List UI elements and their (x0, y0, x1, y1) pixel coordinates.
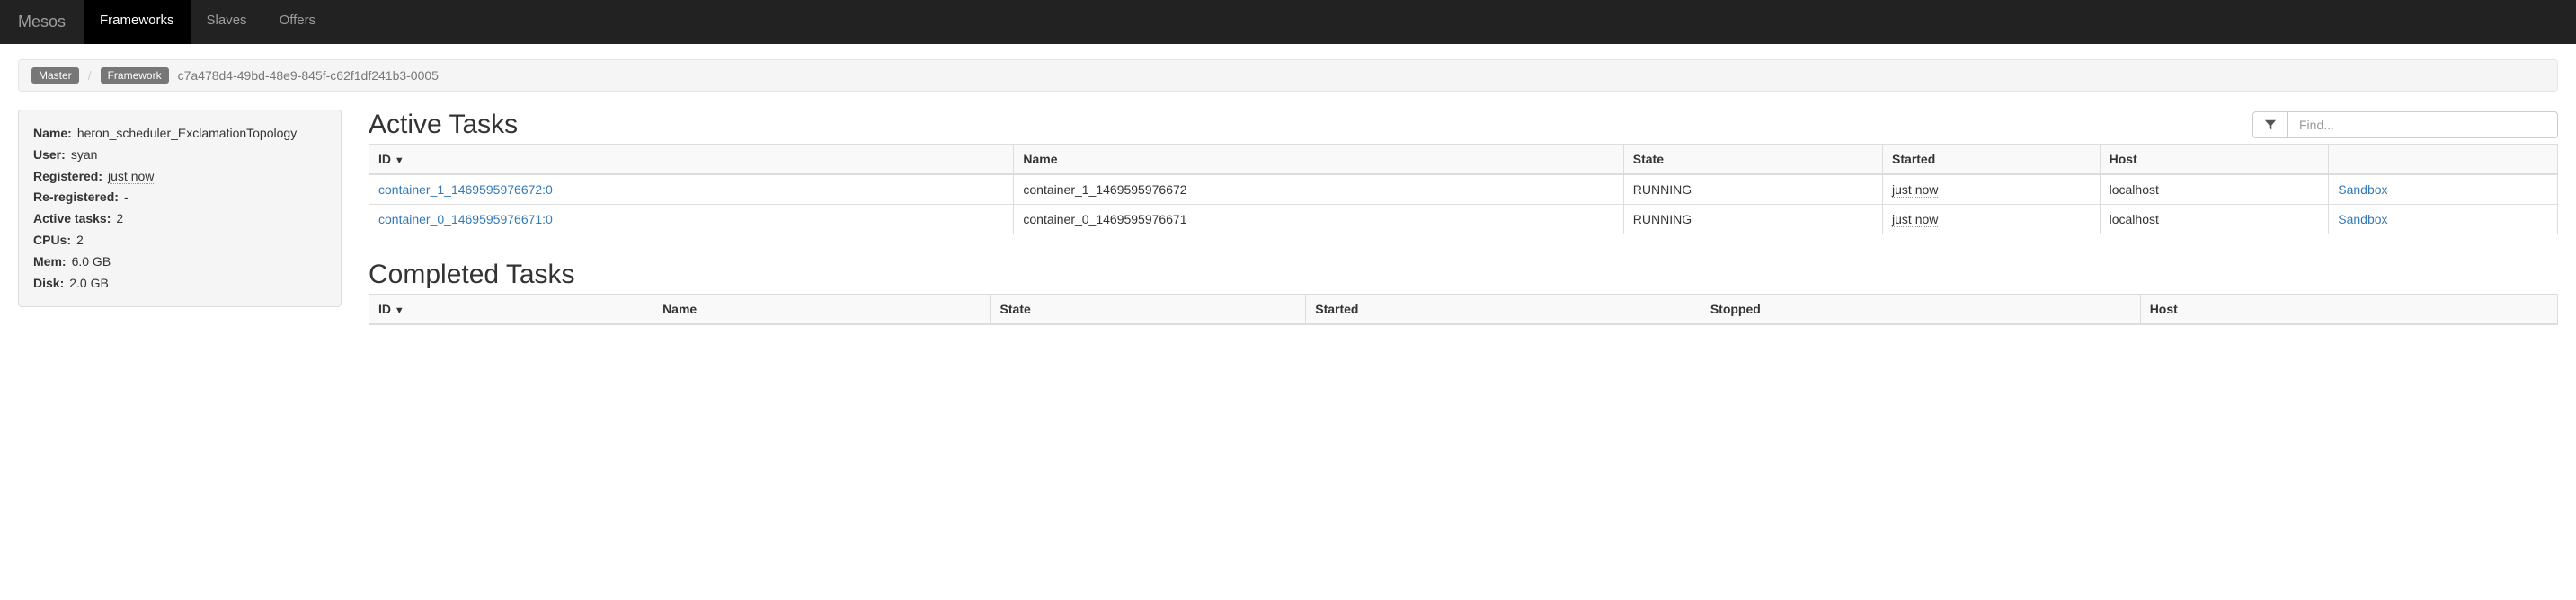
active-tasks-heading: Active Tasks (369, 110, 518, 140)
task-started: just now (1892, 212, 1938, 227)
value-active-tasks: 2 (116, 208, 123, 230)
framework-info-panel: Nameheron_scheduler_ExclamationTopology … (18, 110, 342, 307)
value-registered: just now (108, 166, 154, 188)
brand[interactable]: Mesos (18, 0, 84, 44)
col-id[interactable]: ID ▼ (369, 145, 1014, 175)
task-name: container_1_1469595976672 (1014, 174, 1623, 205)
label-name: Name (33, 123, 72, 145)
sandbox-link[interactable]: Sandbox (2338, 182, 2387, 197)
task-id-link[interactable]: container_0_1469595976671:0 (378, 212, 553, 226)
sandbox-link[interactable]: Sandbox (2338, 212, 2387, 226)
filter-button[interactable] (2252, 111, 2288, 138)
label-disk: Disk (33, 273, 64, 295)
sort-indicator-icon: ▼ (395, 305, 404, 316)
value-mem: 6.0 GB (72, 251, 111, 273)
col-started[interactable]: Started (1883, 145, 2101, 175)
filter-input[interactable] (2288, 111, 2558, 138)
task-id-link[interactable]: container_1_1469595976672:0 (378, 182, 553, 197)
active-tasks-table: ID ▼ Name State Started Host container_1… (369, 144, 2558, 234)
breadcrumb-separator: / (88, 68, 92, 83)
col-name[interactable]: Name (653, 295, 990, 325)
label-user: User (33, 145, 66, 166)
label-reregistered: Re-registered (33, 187, 119, 208)
nav-offers[interactable]: Offers (263, 0, 333, 44)
task-state: RUNNING (1623, 205, 1882, 234)
filter-icon (2264, 119, 2277, 131)
col-started[interactable]: Started (1306, 295, 1701, 325)
breadcrumb-master-pill[interactable]: Master (31, 67, 79, 84)
nav-slaves[interactable]: Slaves (191, 0, 263, 44)
value-reregistered: - (124, 187, 129, 208)
task-started: just now (1892, 182, 1938, 198)
breadcrumb: Master / Framework c7a478d4-49bd-48e9-84… (18, 59, 2558, 92)
col-id[interactable]: ID ▼ (369, 295, 653, 325)
value-cpus: 2 (76, 230, 84, 251)
completed-tasks-table: ID ▼ Name State Started Stopped Host (369, 294, 2558, 325)
label-registered: Registered (33, 166, 102, 188)
value-disk: 2.0 GB (69, 273, 109, 295)
value-user: syan (71, 145, 98, 166)
task-host: localhost (2100, 174, 2329, 205)
task-state: RUNNING (1623, 174, 1882, 205)
col-host[interactable]: Host (2140, 295, 2438, 325)
task-host: localhost (2100, 205, 2329, 234)
completed-tasks-heading: Completed Tasks (369, 260, 2558, 290)
label-cpus: CPUs (33, 230, 71, 251)
label-active-tasks: Active tasks (33, 208, 111, 230)
label-mem: Mem (33, 251, 67, 273)
col-stopped[interactable]: Stopped (1701, 295, 2140, 325)
col-name[interactable]: Name (1014, 145, 1623, 175)
task-name: container_0_1469595976671 (1014, 205, 1623, 234)
col-actions (2438, 295, 2557, 325)
breadcrumb-id: c7a478d4-49bd-48e9-845f-c62f1df241b3-000… (178, 68, 439, 83)
breadcrumb-framework-pill[interactable]: Framework (101, 67, 169, 84)
navbar: Mesos Frameworks Slaves Offers (0, 0, 2576, 44)
table-row: container_1_1469595976672:0 container_1_… (369, 174, 2558, 205)
col-actions (2329, 145, 2558, 175)
sort-indicator-icon: ▼ (395, 155, 404, 166)
col-state[interactable]: State (990, 295, 1306, 325)
col-state[interactable]: State (1623, 145, 1882, 175)
value-name: heron_scheduler_ExclamationTopology (77, 123, 297, 145)
nav-frameworks[interactable]: Frameworks (84, 0, 191, 44)
table-row: container_0_1469595976671:0 container_0_… (369, 205, 2558, 234)
filter-group (2252, 111, 2558, 138)
col-host[interactable]: Host (2100, 145, 2329, 175)
